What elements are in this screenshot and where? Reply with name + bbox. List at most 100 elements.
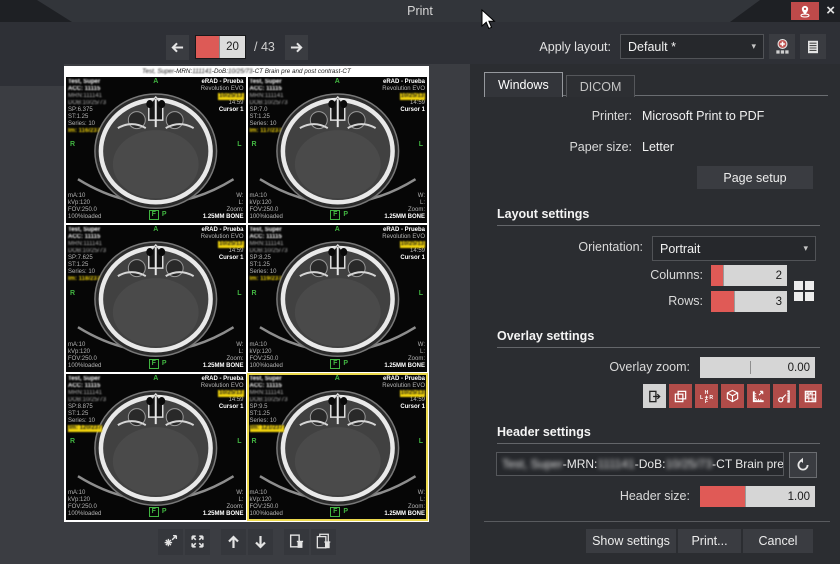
overlay-dob: DOB:10/25/73 [68,100,106,107]
move-page-up-button[interactable] [221,529,246,555]
orientation-value: Portrait [660,242,700,256]
close-button[interactable]: × [826,2,835,20]
overlay-patient-name: Test, Super [250,376,288,383]
layout-list-button[interactable] [800,34,826,59]
overlay-kvp: kVp:120 [250,200,283,207]
preview-cell[interactable]: Test, Super ACC: 11115 MRN:111141 DOB:10… [66,225,246,371]
ruler-corner-icon [751,389,766,404]
overlay-kvp: kVp:120 [250,497,283,504]
overlay-cursor: Cursor 1 [382,404,425,411]
overlay-zoom-spinner[interactable]: 0.00 [700,357,815,378]
overlay-top-right: eRAD - Prueba Revolution EVO 10/25/13 14… [201,79,244,114]
orientation-select[interactable]: Portrait ▾ [652,236,816,261]
tab-windows[interactable]: Windows [484,72,563,97]
move-page-down-button[interactable] [248,529,273,555]
fit-to-window-button[interactable] [185,529,210,555]
overlay-slice-thickness: ST:1.25 [250,411,288,418]
cancel-button[interactable]: Cancel [743,529,813,553]
orientation-fp-marker: F P [149,359,167,369]
page-spinner-drag[interactable] [196,36,220,58]
header-reset-button[interactable] [789,452,817,478]
preview-cell[interactable]: Test, Super ACC: 11115 MRN:111141 DOB:10… [248,225,428,371]
preview-page[interactable]: Test, Super-MRN:111141-DoB:10/25/73-CT B… [64,66,429,522]
delete-all-pages-button[interactable] [311,529,336,555]
header-size-spinner[interactable]: 1.00 [700,486,815,507]
layout-grid-picker-button[interactable] [793,280,815,302]
mouse-cursor [481,9,497,31]
overlay-loaded: 100%loaded [250,214,283,221]
apply-layout-select[interactable]: Default * ▾ [620,34,764,59]
header-size-spinner-fill[interactable] [700,486,746,507]
overlay-patient-name: Test, Super [68,376,106,383]
overlay-image-number: Im: 117/237 [250,128,282,134]
preview-cell[interactable]: Test, Super ACC: 11115 MRN:111141 DOB:10… [248,77,428,223]
overlay-patient-name: Test, Super [250,79,288,86]
overlay-slice-thickness: ST:1.25 [68,262,106,269]
paper-size-label: Paper size: [484,140,632,154]
overlay-image-number: Im: 116/237 [68,128,100,134]
orientation-letters-toggle-button[interactable]: H F L R [695,384,718,408]
overlay-settings-title: Overlay settings [497,329,594,343]
overlay-slice-position: SP:9.5 [250,404,288,411]
overlay-slice-thickness: ST:1.25 [68,114,106,121]
overlay-facility: eRAD - Prueba [382,79,425,86]
rows-spinner-fill[interactable] [711,291,735,312]
overlay-window: W: [203,490,244,497]
overlay-exit-icon [647,389,662,404]
burn-in-annotations-button[interactable] [158,529,183,555]
chevron-down-icon: ▾ [797,243,808,254]
header-text-field[interactable]: Test, Super-MRN:111141-DoB:10/25/73-CT B… [496,452,784,476]
orientation-a-marker: A [335,375,340,383]
previous-page-button[interactable] [166,35,189,60]
svg-text:R: R [709,394,713,400]
orientation-label: Orientation: [497,240,643,254]
overlay-accession: ACC: 11115 [250,234,288,241]
overlay-window: W: [384,342,425,349]
overlay-series: Series: 10 [68,418,106,425]
columns-spinner-fill[interactable] [711,265,724,286]
overlay-scanner: Revolution EVO [201,234,244,241]
pin-window-button[interactable] [791,2,819,20]
overlay-visibility-toggle-button[interactable] [643,384,666,408]
orientation-cube-toggle-button[interactable] [721,384,744,408]
orientation-f-marker: F [330,210,340,220]
measurements-toggle-button[interactable] [773,384,796,408]
corner-notch [0,64,64,86]
rows-spinner[interactable]: 3 [711,291,787,312]
save-layout-button[interactable] [769,34,795,59]
next-page-button[interactable] [285,35,308,60]
orientation-fp-marker: F P [330,210,348,220]
grid-overlay-toggle-button[interactable] [799,384,822,408]
page-number-spinner[interactable]: 20 [195,35,246,59]
page-header-part: -CT Brain pre and post contrast-CT [252,68,350,75]
overlay-dob: DOB:10/25/73 [250,397,288,404]
annotations-toggle-button[interactable] [669,384,692,408]
print-button[interactable]: Print... [678,529,741,553]
list-icon [805,39,821,55]
layout-settings-divider [497,225,820,226]
grid-table-icon [803,389,818,404]
preview-cell[interactable]: Test, Super ACC: 11115 MRN:111141 DOB:10… [66,374,246,520]
preview-cell[interactable]: Test, Super ACC: 11115 MRN:111141 DOB:10… [248,374,428,520]
overlay-ma: mA:10 [68,193,101,200]
delete-page-button[interactable] [284,529,309,555]
overlay-patient-name: Test, Super [250,227,288,234]
orientation-a-marker: A [153,375,158,383]
overlay-loaded: 100%loaded [68,363,101,370]
orientation-r-marker: R [252,438,257,446]
overlay-fov: FOV:250.0 [68,356,101,363]
svg-text:F: F [705,399,708,404]
tab-dicom[interactable]: DICOM [566,75,636,97]
ruler-toggle-button[interactable] [747,384,770,408]
orientation-f-marker: F [330,359,340,369]
overlay-mrn: MRN:111141 [68,390,106,397]
overlay-zoom-label: Zoom: [384,504,425,511]
columns-spinner[interactable]: 2 [711,265,787,286]
preview-cell[interactable]: Test, Super ACC: 11115 MRN:111141 DOB:10… [66,77,246,223]
reset-icon [795,457,811,473]
overlay-patient-name: Test, Super [68,227,106,234]
apply-layout-label: Apply layout: [539,40,611,54]
show-settings-button[interactable]: Show settings [586,529,676,553]
header-field-part: -MRN: [563,457,598,471]
page-setup-button[interactable]: Page setup [697,166,813,189]
